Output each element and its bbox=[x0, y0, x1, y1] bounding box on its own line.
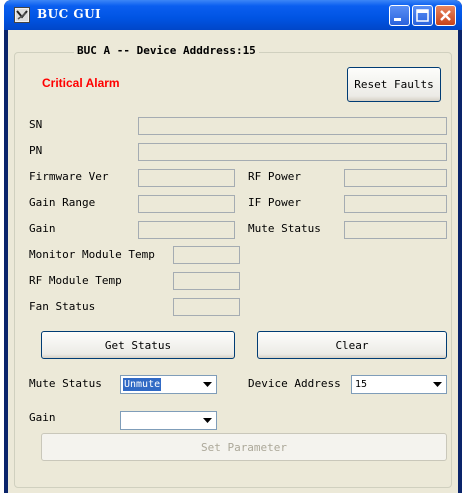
mute-status-field bbox=[344, 221, 447, 239]
gain-range-field bbox=[138, 195, 235, 213]
fan-status-label: Fan Status bbox=[29, 300, 96, 313]
chevron-down-icon[interactable] bbox=[200, 413, 215, 428]
device-address-value: 15 bbox=[355, 379, 368, 390]
title-bar[interactable]: BUC GUI bbox=[4, 0, 462, 30]
pn-field bbox=[138, 143, 447, 161]
gain-control-label: Gain bbox=[29, 411, 56, 424]
rf-module-temp-field bbox=[173, 272, 240, 290]
mute-status-value: Unmute bbox=[123, 378, 162, 391]
app-window: BUC GUI BUC A -- Device Adddress:15 Crit… bbox=[4, 0, 462, 493]
mute-status-select[interactable]: Unmute bbox=[120, 375, 217, 394]
chevron-down-icon[interactable] bbox=[430, 377, 445, 392]
firmware-ver-field bbox=[138, 169, 235, 187]
minimize-button[interactable] bbox=[389, 5, 410, 26]
chevron-down-icon[interactable] bbox=[200, 377, 215, 392]
gain-label: Gain bbox=[29, 222, 56, 235]
minimize-icon bbox=[394, 18, 401, 21]
app-icon bbox=[14, 7, 30, 23]
rf-module-temp-label: RF Module Temp bbox=[29, 274, 122, 287]
alarm-status: Critical Alarm bbox=[42, 76, 120, 90]
client-area: BUC A -- Device Adddress:15 Critical Ala… bbox=[8, 30, 458, 493]
gain-range-label: Gain Range bbox=[29, 196, 96, 209]
maximize-icon bbox=[416, 9, 429, 22]
if-power-field bbox=[344, 195, 447, 213]
monitor-module-temp-label: Monitor Module Temp bbox=[29, 248, 155, 261]
if-power-label: IF Power bbox=[248, 196, 301, 209]
close-icon bbox=[440, 10, 451, 21]
sn-label: SN bbox=[29, 118, 43, 131]
pn-label: PN bbox=[29, 144, 43, 157]
firmware-ver-label: Firmware Ver bbox=[29, 170, 109, 183]
mute-status-control-label: Mute Status bbox=[29, 377, 102, 390]
get-status-button[interactable]: Get Status bbox=[41, 331, 235, 359]
monitor-module-temp-field bbox=[173, 246, 240, 264]
rf-power-field bbox=[344, 169, 447, 187]
fan-status-field bbox=[173, 298, 240, 316]
close-button[interactable] bbox=[435, 5, 456, 26]
gain-select[interactable] bbox=[120, 411, 217, 430]
gain-field bbox=[138, 221, 235, 239]
rf-power-label: RF Power bbox=[248, 170, 301, 183]
group-title: BUC A -- Device Adddress:15 bbox=[74, 44, 259, 57]
reset-faults-button[interactable]: Reset Faults bbox=[347, 67, 441, 102]
device-address-select[interactable]: 15 bbox=[351, 375, 447, 394]
sn-field bbox=[138, 117, 447, 135]
maximize-button[interactable] bbox=[412, 5, 433, 26]
set-parameter-button[interactable]: Set Parameter bbox=[41, 433, 447, 461]
mute-status-label: Mute Status bbox=[248, 222, 321, 235]
window-title: BUC GUI bbox=[37, 7, 102, 21]
clear-button[interactable]: Clear bbox=[257, 331, 447, 359]
device-address-label: Device Address bbox=[248, 377, 341, 390]
